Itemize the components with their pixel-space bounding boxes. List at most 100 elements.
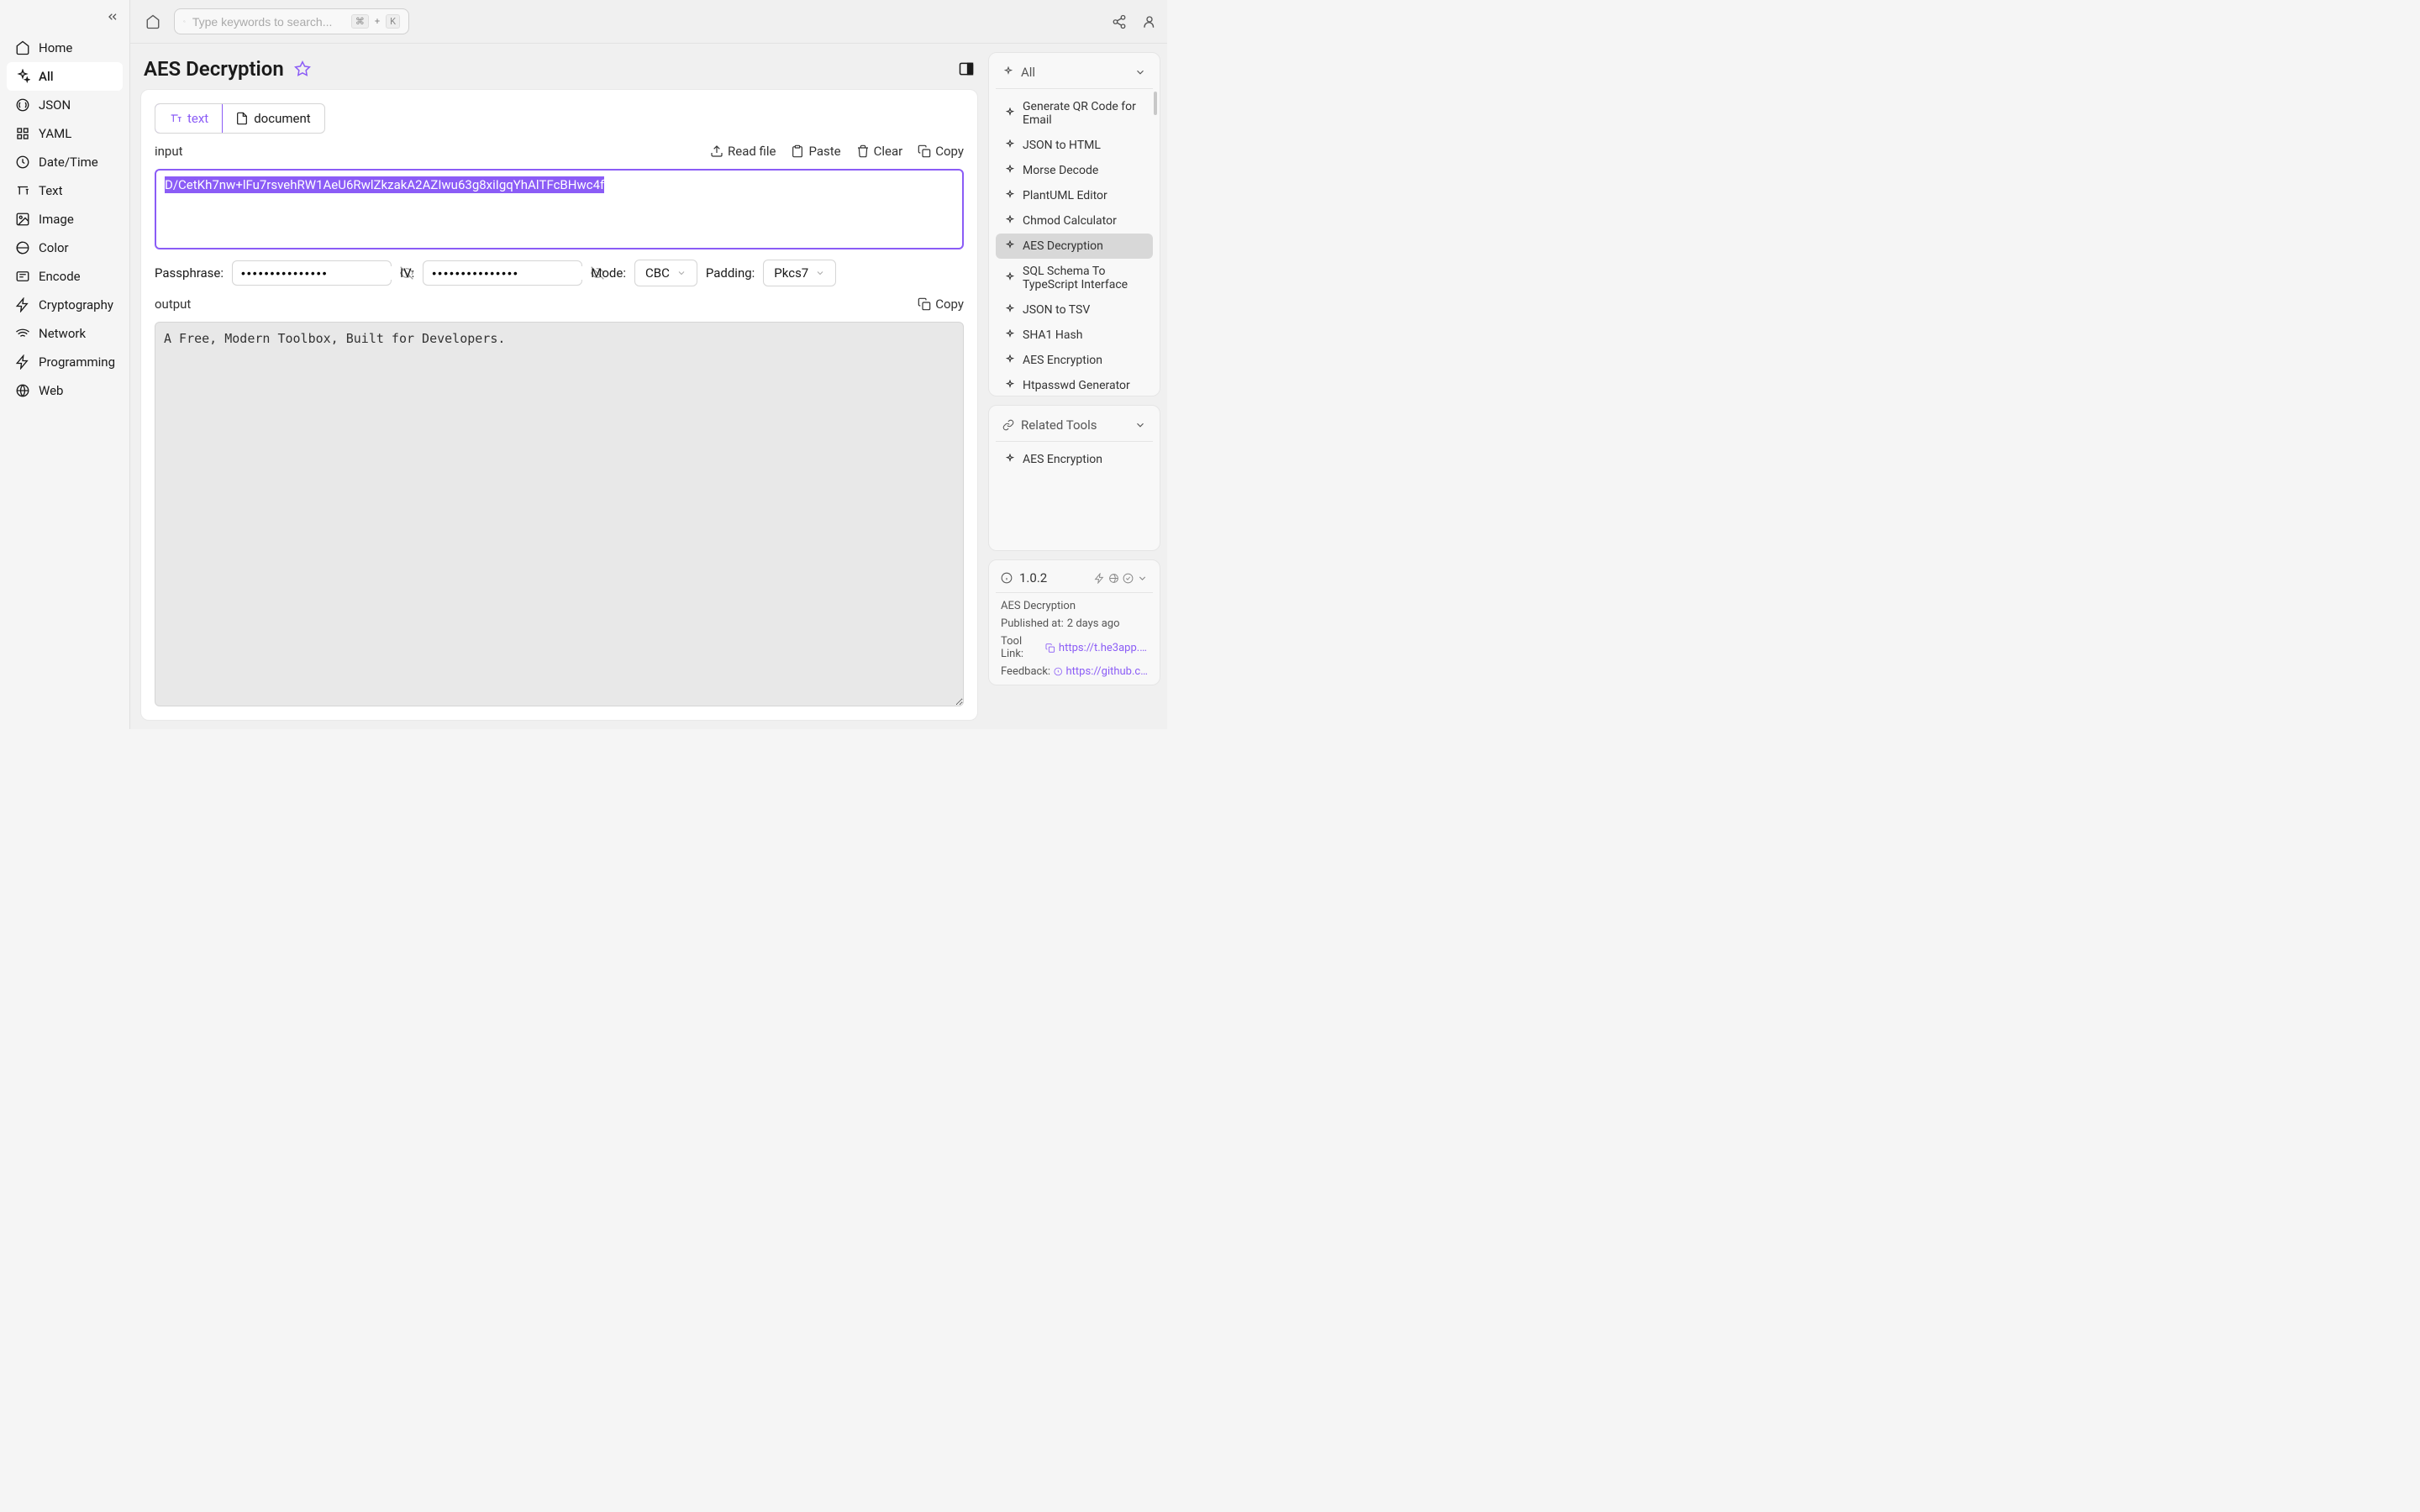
tool-item-aes-encryption[interactable]: AES Encryption: [996, 348, 1153, 373]
feedback-link[interactable]: https://github.com/…: [1066, 665, 1148, 678]
passphrase-field[interactable]: [232, 260, 392, 286]
tab-document[interactable]: document: [222, 104, 324, 133]
paste-button[interactable]: Paste: [791, 144, 840, 159]
sidebar-item-home[interactable]: Home: [7, 34, 123, 62]
sparkle-icon: [1004, 454, 1016, 465]
sidebar-item-datetime[interactable]: Date/Time: [7, 148, 123, 176]
panel-title-related: Related Tools: [1021, 417, 1097, 433]
tool-item-htpasswd[interactable]: Htpasswd Generator: [996, 373, 1153, 396]
sidebar-item-yaml[interactable]: YAML: [7, 119, 123, 148]
tool-item-aes-decryption[interactable]: AES Decryption: [996, 234, 1153, 259]
upload-icon: [710, 144, 723, 158]
published-value: 2 days ago: [1067, 617, 1120, 630]
nav-label: YAML: [39, 126, 71, 141]
yaml-icon: [15, 126, 30, 141]
sparkle-icon: [1004, 272, 1016, 284]
share-button[interactable]: [1112, 14, 1127, 29]
sparkle-icon: [1004, 139, 1016, 151]
sidebar-item-json[interactable]: JSON: [7, 91, 123, 119]
read-file-button[interactable]: Read file: [710, 144, 776, 159]
nav-label: Text: [39, 183, 63, 198]
mode-select[interactable]: CBC: [634, 260, 697, 286]
sparkle-icon: [1004, 240, 1016, 252]
input-textarea[interactable]: D/CetKh7nw+lFu7rsvehRW1AeU6RwlZkzakA2AZI…: [155, 169, 964, 249]
sparkle-icon: [1004, 354, 1016, 366]
tool-item-json-tsv[interactable]: JSON to TSV: [996, 297, 1153, 323]
iv-input[interactable]: [432, 266, 584, 280]
scrollbar[interactable]: [1154, 92, 1157, 115]
sparkle-icon: [1004, 108, 1016, 119]
chevron-down-icon[interactable]: [1137, 573, 1148, 584]
user-button[interactable]: [1142, 14, 1157, 29]
paste-icon: [791, 144, 804, 158]
nav-label: Image: [39, 212, 74, 227]
bolt-icon: [15, 297, 30, 312]
sidebar-item-text[interactable]: Text: [7, 176, 123, 205]
copy-icon: [918, 297, 931, 311]
copy-input-button[interactable]: Copy: [918, 144, 964, 159]
sparkle-icon: [1004, 380, 1016, 391]
clock-icon: [15, 155, 30, 170]
copy-icon[interactable]: [1045, 643, 1055, 654]
sparkle-icon: [1002, 66, 1014, 78]
padding-select[interactable]: Pkcs7: [763, 260, 836, 286]
tool-item-qr-email[interactable]: Generate QR Code for Email: [996, 94, 1153, 133]
color-icon: [15, 240, 30, 255]
sparkle-icon: [1004, 329, 1016, 341]
input-label: input: [155, 144, 183, 159]
tool-item-plantuml[interactable]: PlantUML Editor: [996, 183, 1153, 208]
tool-item-sha1[interactable]: SHA1 Hash: [996, 323, 1153, 348]
sidebar-item-cryptography[interactable]: Cryptography: [7, 291, 123, 319]
kbd-hint: ⌘ + K: [351, 14, 400, 29]
sparkle-icon: [1004, 165, 1016, 176]
clear-button[interactable]: Clear: [856, 144, 903, 159]
related-tool-aes-encryption[interactable]: AES Encryption: [996, 447, 1153, 472]
home-icon: [15, 40, 30, 55]
passphrase-input[interactable]: [241, 266, 393, 280]
sidebar-item-encode[interactable]: Encode: [7, 262, 123, 291]
search-bar[interactable]: ⌘ + K: [174, 8, 409, 34]
input-type-tabs: text document: [155, 103, 325, 134]
sidebar-item-web[interactable]: Web: [7, 376, 123, 405]
check-icon: [1123, 573, 1134, 584]
nav-label: Color: [39, 240, 69, 255]
iv-field[interactable]: [423, 260, 582, 286]
text-icon: [169, 112, 182, 125]
output-textarea[interactable]: [155, 322, 964, 706]
nav-label: Web: [39, 383, 63, 398]
panel-title-all: All: [1021, 65, 1035, 80]
tool-item-json-html[interactable]: JSON to HTML: [996, 133, 1153, 158]
nav-label: Cryptography: [39, 297, 113, 312]
sparkle-icon: [1004, 190, 1016, 202]
bolt-icon: [15, 354, 30, 370]
sparkle-icon: [1004, 215, 1016, 227]
feedback-label: Feedback:: [1001, 665, 1050, 678]
tool-item-morse[interactable]: Morse Decode: [996, 158, 1153, 183]
favorite-button[interactable]: [294, 60, 311, 77]
sidebar-item-color[interactable]: Color: [7, 234, 123, 262]
nav-label: Network: [39, 326, 86, 341]
home-button[interactable]: [140, 9, 166, 34]
sidebar-item-programming[interactable]: Programming: [7, 348, 123, 376]
sidebar-item-image[interactable]: Image: [7, 205, 123, 234]
search-input[interactable]: [192, 15, 345, 29]
tool-item-chmod[interactable]: Chmod Calculator: [996, 208, 1153, 234]
sidebar-item-network[interactable]: Network: [7, 319, 123, 348]
padding-label: Padding:: [706, 265, 755, 281]
tab-text[interactable]: text: [155, 103, 223, 134]
tool-link[interactable]: https://t.he3app.co…: [1059, 642, 1148, 654]
search-icon: [183, 15, 186, 28]
chevron-down-icon[interactable]: [1134, 419, 1146, 431]
copy-output-button[interactable]: Copy: [918, 297, 964, 312]
info-name: AES Decryption: [1001, 600, 1148, 612]
collapse-sidebar-button[interactable]: [103, 7, 123, 27]
iv-label: IV:: [400, 265, 414, 281]
globe-icon: [15, 383, 30, 398]
chevron-down-icon: [815, 268, 825, 278]
sidebar-item-all[interactable]: All: [7, 62, 123, 91]
chevron-down-icon[interactable]: [1134, 66, 1146, 78]
link-icon: [1002, 419, 1014, 431]
tool-link-label: Tool Link:: [1001, 635, 1042, 660]
tool-item-sql-ts[interactable]: SQL Schema To TypeScript Interface: [996, 259, 1153, 297]
panel-toggle-button[interactable]: [958, 60, 975, 77]
